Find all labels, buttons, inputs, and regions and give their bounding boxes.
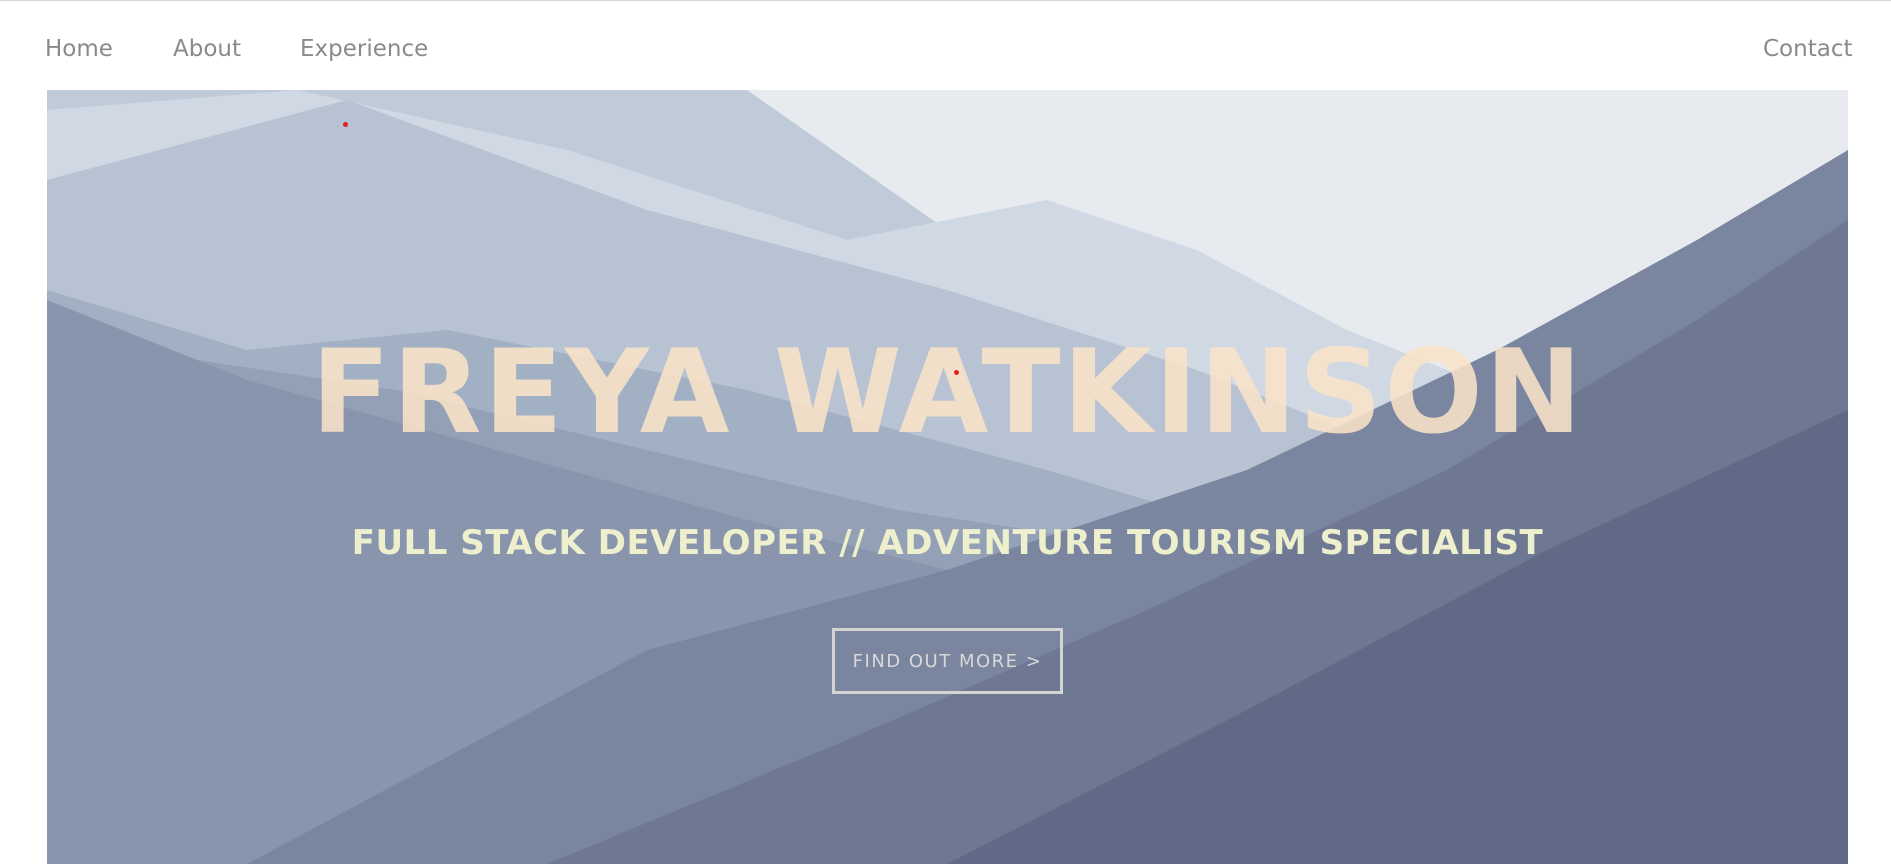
main-nav: Home About Experience Contact [0, 0, 1891, 90]
marker-dot [954, 370, 959, 375]
marker-dot [343, 122, 348, 127]
hero-subtitle: FULL STACK DEVELOPER // ADVENTURE TOURIS… [351, 523, 1544, 563]
nav-link-about[interactable]: About [173, 36, 241, 62]
find-out-more-button[interactable]: FIND OUT MORE > [832, 628, 1063, 694]
nav-link-contact[interactable]: Contact [1763, 36, 1852, 62]
mountain-background-image [47, 90, 1848, 864]
nav-link-experience[interactable]: Experience [300, 36, 428, 62]
hero-title: FREYA WATKINSON [311, 325, 1584, 460]
hero-section: FREYA WATKINSON FULL STACK DEVELOPER // … [47, 90, 1848, 864]
nav-link-home[interactable]: Home [45, 36, 113, 62]
